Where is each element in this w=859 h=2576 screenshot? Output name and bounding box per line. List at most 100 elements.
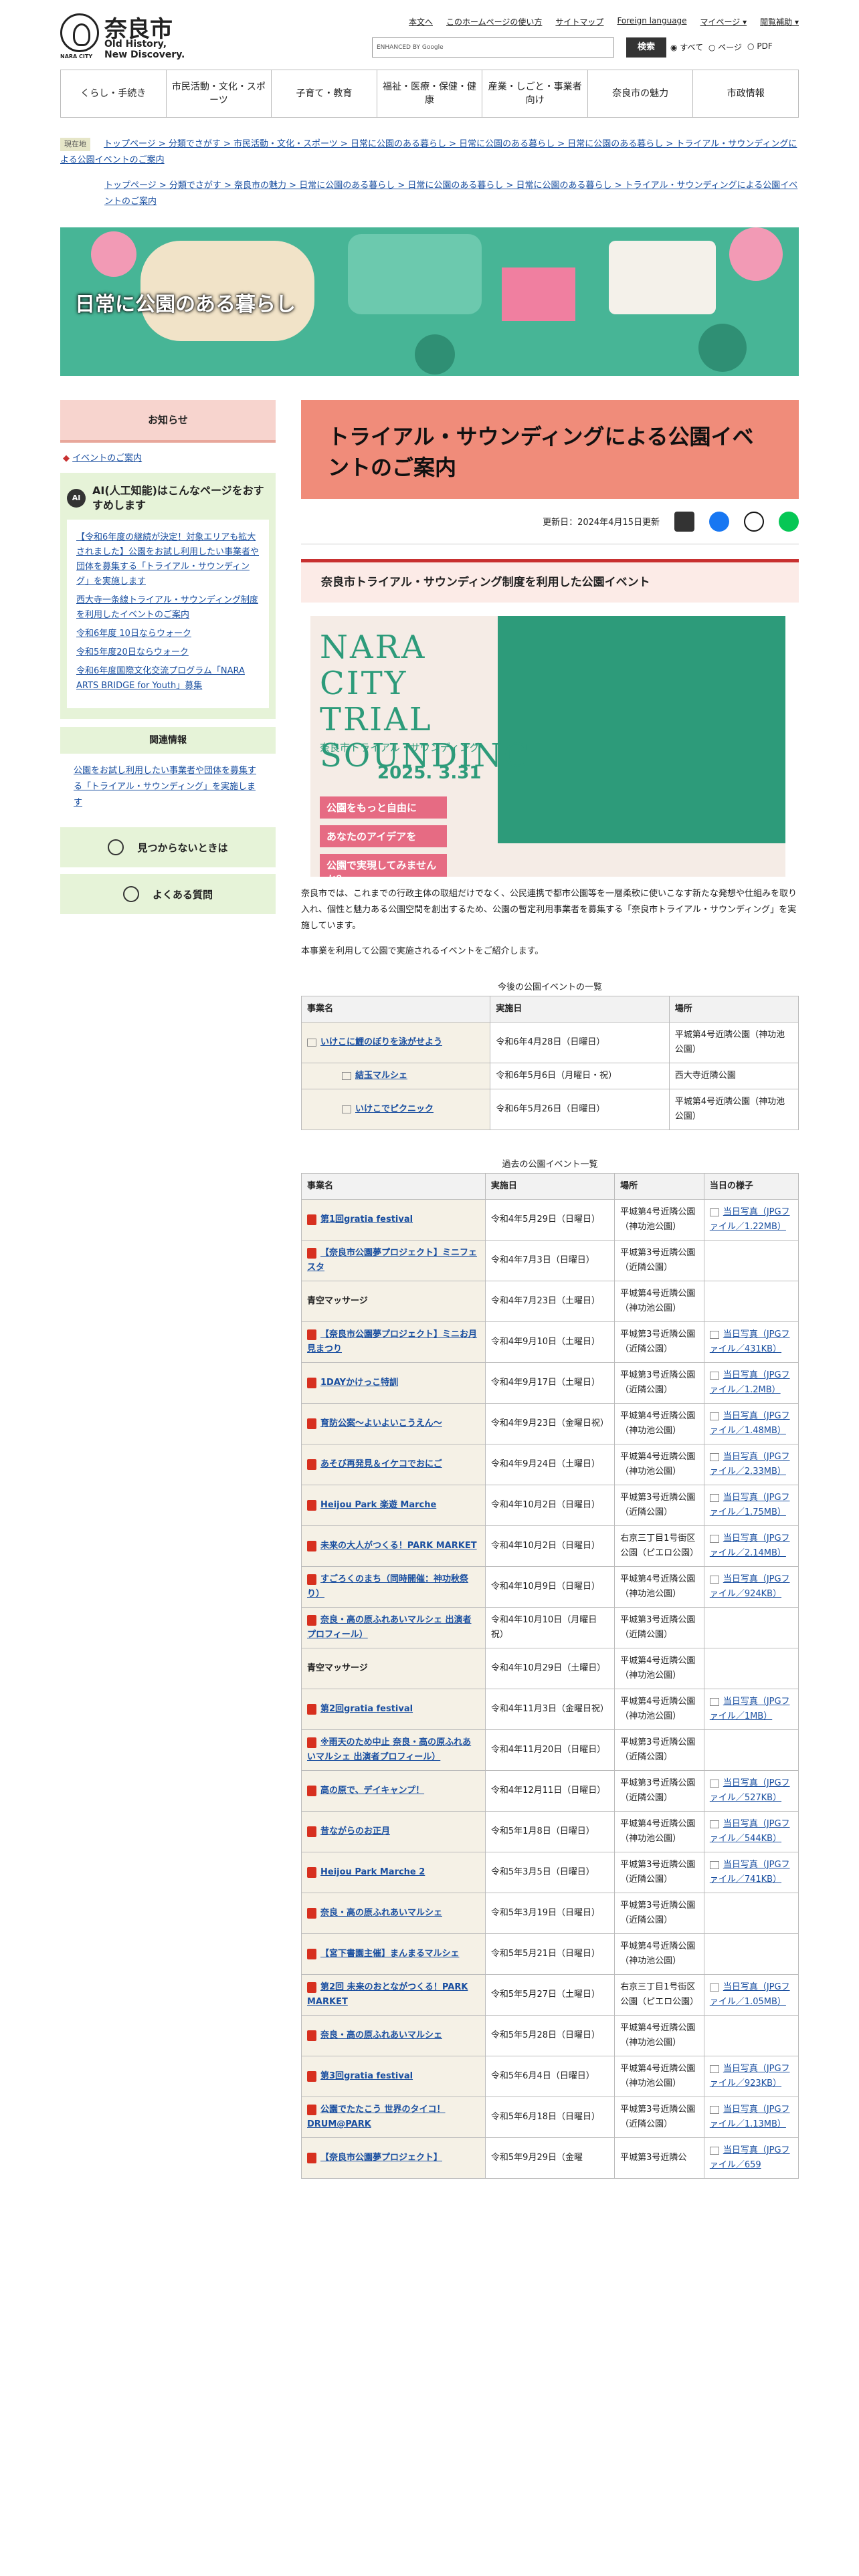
nav-item-charm[interactable]: 奈良市の魅力 (588, 70, 694, 117)
event-name-link[interactable]: 奈良・高の原ふれあいマルシェ (320, 2030, 442, 2040)
photo-link[interactable]: 当日写真（JPGファイル／1.13MB） (710, 2105, 790, 2129)
link-mypage[interactable]: マイページ ▾ (700, 16, 747, 29)
event-name-link[interactable]: 第3回gratia festival (320, 2071, 413, 2081)
photo-link[interactable]: 当日写真（JPGファイル／741KB） (710, 1860, 790, 1885)
event-name-link[interactable]: 昔ながらのお正月 (320, 1826, 390, 1836)
help-button[interactable]: 見つからないときは (60, 827, 276, 867)
event-name-cell: いけこでピクニック (300, 1089, 491, 1130)
event-date-cell: 令和4年9月10日（土曜日） (484, 1321, 615, 1363)
line-icon[interactable] (779, 511, 799, 532)
ai-link[interactable]: 【令和6年度の継続が決定！対象エリアも拡大されました】公園をお試し利用したい事業… (76, 532, 259, 586)
link-sitemap[interactable]: サイトマップ (555, 16, 603, 29)
x-icon[interactable] (744, 511, 764, 532)
table-row: 第2回gratia festival 令和4年11月3日（金曜日祝） 平城第4号近隣… (301, 1689, 799, 1730)
table-row: 育防公案～よいよいこうえん～ 令和4年9月23日（金曜日祝） 平城第4号近隣公園（神… (301, 1403, 799, 1444)
search-button[interactable]: 検索 (626, 37, 666, 58)
event-name-link[interactable]: 【奈良市公園夢プロジェクト】ミニフェスタ (307, 1248, 477, 1273)
event-place-cell: 西大寺近隣公園 (668, 1063, 799, 1089)
event-photo-cell: 当日写真（JPGファイル／1.05MB） (703, 1974, 799, 2016)
ai-link[interactable]: 令和6年度国際文化交流プログラム「NARA ARTS BRIDGE for Yo… (76, 666, 245, 691)
table-row: 【奈良市公園夢プロジェクト】ミニフェスタ 令和4年7月3日（日曜日） 平城第3号近隣… (301, 1240, 799, 1281)
event-name-link[interactable]: 公園でたたこう 世界のタイコ！DRUM@PARK (307, 2105, 446, 2129)
event-photo-cell (703, 1607, 799, 1648)
search-input[interactable]: ENHANCED BY Google (372, 37, 614, 58)
event-name-link[interactable]: 第2回 未来のおとながつくる！PARK MARKET (307, 1982, 468, 2007)
event-name-link[interactable]: 【宮下書園主催】まんまるマルシェ (320, 1949, 459, 1959)
event-name-cell: 【奈良市公園夢プロジェクト】 (301, 2137, 486, 2179)
photo-link[interactable]: 当日写真（JPGファイル／1.05MB） (710, 1982, 790, 2007)
event-name-link[interactable]: 育防公案～よいよいこうえん～ (320, 1418, 442, 1428)
photo-link[interactable]: 当日写真（JPGファイル／2.33MB） (710, 1452, 790, 1477)
related-link[interactable]: 公園をお試し利用したい事業者や団体を募集する「トライアル・サウンディング」を実施… (74, 766, 256, 808)
photo-link[interactable]: 当日写真（JPGファイル／924KB） (710, 1574, 790, 1599)
ai-link[interactable]: 令和6年度 10日ならウォーク (76, 629, 191, 639)
sidebar-notice-link[interactable]: ◆ イベントのご案内 (60, 451, 276, 463)
event-place-cell: 平城第3号近隣公園（近隣公園） (614, 1852, 704, 1893)
scope-pdf-radio[interactable]: ○ PDF (747, 41, 773, 53)
event-name-link[interactable]: ※雨天のため中止 奈良・高の原ふれあいマルシェ 出演者プロフィール） (307, 1737, 471, 1762)
ai-link[interactable]: 西大寺一条線トライアル・サウンディング制度を利用したイベントのご案内 (76, 595, 258, 620)
event-date-cell: 令和4年10月9日（日曜日） (484, 1566, 615, 1608)
facebook-icon[interactable] (709, 511, 729, 532)
banner-callout: 公園で実現してみませんか？ (320, 854, 447, 877)
event-name-link[interactable]: Heijou Park Marche 2 (320, 1867, 425, 1877)
event-name-link[interactable]: 奈良・高の原ふれあいマルシェ (320, 1908, 442, 1918)
event-name-link[interactable]: 奈良・高の原ふれあいマルシェ 出演者プロフィール） (307, 1615, 472, 1640)
nav-item-civic[interactable]: 市民活動・文化・スポーツ (167, 70, 272, 117)
ai-link[interactable]: 令和5年度20日ならウォーク (76, 647, 189, 657)
print-icon[interactable] (674, 511, 694, 532)
banner-callout: あなたのアイデアを (320, 825, 447, 847)
event-name-link[interactable]: いけこに鯉のぼりを泳がせよう (320, 1037, 442, 1047)
pdf-icon (307, 1329, 316, 1340)
photo-link[interactable]: 当日写真（JPGファイル／2.14MB） (710, 1533, 790, 1558)
nav-item-life[interactable]: くらし・手続き (61, 70, 167, 117)
faq-button[interactable]: よくある質問 (60, 874, 276, 914)
link-how-to-use[interactable]: このホームページの使い方 (446, 16, 542, 29)
ai-recommend-title-text: AI(人工知能)はこんなページをおすすめします (92, 484, 264, 512)
photo-link[interactable]: 当日写真（JPGファイル／1.2MB） (710, 1370, 790, 1395)
event-name-link[interactable]: 高の原で、デイキャンプ！ (320, 1786, 424, 1796)
link-foreign-language[interactable]: Foreign language (617, 16, 686, 29)
image-icon (709, 2146, 719, 2155)
event-name-link[interactable]: 結玉マルシェ (355, 1071, 407, 1081)
nav-item-childcare[interactable]: 子育て・教育 (272, 70, 377, 117)
link-accessibility[interactable]: 閲覧補助 ▾ (760, 16, 799, 29)
event-name-link[interactable]: 第1回gratia festival (320, 1214, 413, 1224)
event-name-cell: Heijou Park 楽遊 Marche (301, 1485, 486, 1526)
breadcrumb-trail-2[interactable]: トップページ > 分類でさがす > 奈良市の魅力 > 日常に公園のある暮らし >… (104, 181, 797, 207)
link-skip-to-content[interactable]: 本文へ (409, 16, 433, 29)
site-logo[interactable]: 奈良市 Old History, New Discovery. NARA CIT… (60, 11, 194, 64)
event-photo-cell: 当日写真（JPGファイル／2.14MB） (703, 1525, 799, 1567)
image-icon (709, 1820, 719, 1828)
related-info-title: 関連情報 (60, 727, 276, 754)
nav-item-welfare[interactable]: 福祉・医療・保健・健康 (377, 70, 483, 117)
nav-item-govt[interactable]: 市政情報 (693, 70, 798, 117)
photo-link[interactable]: 当日写真（JPGファイル／923KB） (710, 2064, 790, 2088)
scope-page-radio[interactable]: ○ ページ (708, 41, 742, 53)
photo-link[interactable]: 当日写真（JPGファイル／1.22MB） (710, 1207, 790, 1232)
nav-item-industry[interactable]: 産業・しごと・事業者向け (482, 70, 588, 117)
event-name-link[interactable]: 1DAYかけっこ特訓 (320, 1378, 398, 1388)
photo-link[interactable]: 当日写真（JPGファイル／659 (710, 2145, 790, 2170)
event-name-link[interactable]: 【奈良市公園夢プロジェクト】 (320, 2153, 442, 2163)
photo-link[interactable]: 当日写真（JPGファイル／544KB） (710, 1819, 790, 1844)
event-name-link[interactable]: いけこでピクニック (355, 1104, 434, 1114)
scope-all-radio[interactable]: ◉ すべて (670, 41, 703, 53)
photo-link[interactable]: 当日写真（JPGファイル／1.75MB） (710, 1493, 790, 1517)
scope-page-label: ページ (718, 43, 743, 52)
event-name-link[interactable]: 【奈良市公園夢プロジェクト】ミニお月見まつり (307, 1329, 477, 1354)
photo-link[interactable]: 当日写真（JPGファイル／1MB） (710, 1697, 790, 1721)
event-name-link[interactable]: 第2回gratia festival (320, 1704, 413, 1714)
event-place-cell: 平城第4号近隣公園（神功池公園） (614, 1811, 704, 1852)
sidebar-notice-link-text[interactable]: イベントのご案内 (72, 453, 142, 463)
event-name-link[interactable]: すごろくのまち（同時開催：神功秋祭り） (307, 1574, 468, 1599)
pdf-icon (307, 1459, 316, 1470)
event-name-link[interactable]: Heijou Park 楽遊 Marche (320, 1500, 436, 1510)
event-name-link[interactable]: あそび再発見＆イケコでおにご (320, 1459, 442, 1469)
event-name-link[interactable]: 未来の大人がつくる！PARK MARKET (320, 1541, 477, 1551)
breadcrumb-trail-1[interactable]: トップページ > 分類でさがす > 市民活動・文化・スポーツ > 日常に公園のあ… (60, 139, 797, 165)
photo-link[interactable]: 当日写真（JPGファイル／527KB） (710, 1778, 790, 1803)
photo-link[interactable]: 当日写真（JPGファイル／1.48MB） (710, 1411, 790, 1436)
logo-english: NARA CITY (60, 53, 93, 60)
photo-link[interactable]: 当日写真（JPGファイル／431KB） (710, 1329, 790, 1354)
